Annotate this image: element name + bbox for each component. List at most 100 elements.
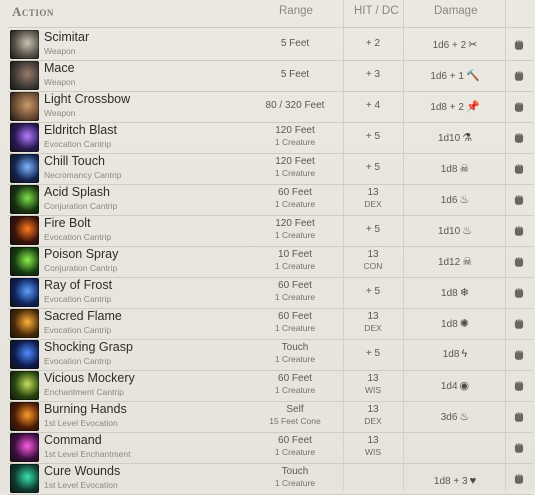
action-row[interactable]: Sacred Flame Evocation Cantrip 60 Feet 1 Cr… [0, 308, 535, 339]
damage-cell[interactable]: 1d8 ❄ [404, 286, 506, 299]
action-name[interactable]: Poison Spray [44, 247, 118, 261]
hit-dc-cell[interactable]: + 5 [344, 131, 402, 142]
scimitar-spell-icon[interactable] [10, 30, 39, 59]
action-row[interactable]: Eldritch Blast Evocation Cantrip 120 Feet 1… [0, 122, 535, 153]
action-name[interactable]: Eldritch Blast [44, 123, 117, 137]
action-name[interactable]: Ray of Frost [44, 278, 112, 292]
hit-dc-cell[interactable]: + 5 [344, 286, 402, 297]
action-name[interactable]: Acid Splash [44, 185, 110, 199]
action-name[interactable]: Fire Bolt [44, 216, 91, 230]
action-row[interactable]: Mace Weapon 5 Feet + 3 1d6 + 1 🔨 [0, 60, 535, 91]
damage-cell[interactable]: 1d10 ⚗ [404, 131, 506, 144]
damage-cell[interactable]: 1d8 ☠ [404, 162, 506, 175]
action-row[interactable]: Cure Wounds 1st Level Evocation Touch 1 Cre… [0, 463, 535, 494]
action-type: 1st Level Evocation [44, 418, 118, 428]
light-crossbow-spell-icon[interactable] [10, 92, 39, 121]
action-row[interactable]: Ray of Frost Evocation Cantrip 60 Feet 1 Cr… [0, 277, 535, 308]
action-row[interactable]: Shocking Grasp Evocation Cantrip Touch 1 Cr… [0, 339, 535, 370]
acid-splash-spell-icon[interactable] [10, 185, 39, 214]
damage-cell[interactable]: 1d6 + 1 🔨 [404, 69, 506, 82]
use-action-button[interactable] [505, 215, 535, 246]
action-name[interactable]: Chill Touch [44, 154, 105, 168]
action-type: Necromancy Cantrip [44, 170, 122, 180]
damage-cell[interactable]: 3d6 ♨ [404, 410, 506, 423]
cure-wounds-spell-icon[interactable] [10, 464, 39, 493]
range-distance: 5 Feet [280, 69, 310, 80]
damage-cell[interactable]: 1d6 ♨ [404, 193, 506, 206]
action-name[interactable]: Shocking Grasp [44, 340, 133, 354]
fire-bolt-spell-icon[interactable] [10, 216, 39, 245]
range-distance: 60 Feet [278, 187, 312, 198]
hit-dc-cell[interactable]: + 5 [344, 348, 402, 359]
damage-cell[interactable]: 1d8 ϟ [404, 348, 506, 360]
use-action-button[interactable] [505, 339, 535, 370]
action-row[interactable]: Acid Splash Conjuration Cantrip 60 Feet 1 C… [0, 184, 535, 215]
use-action-button[interactable] [505, 463, 535, 494]
command-spell-icon[interactable] [10, 433, 39, 462]
use-action-button[interactable] [505, 432, 535, 463]
action-row[interactable]: Scimitar Weapon 5 Feet + 2 1d6 + 2 ✂ [0, 29, 535, 60]
action-row[interactable]: Fire Bolt Evocation Cantrip 120 Feet 1 Crea… [0, 215, 535, 246]
action-row[interactable]: Vicious Mockery Enchantment Cantrip 60 Fee… [0, 370, 535, 401]
ray-of-frost-spell-icon[interactable] [10, 278, 39, 307]
action-name[interactable]: Vicious Mockery [44, 371, 135, 385]
hit-dc-cell[interactable]: 13 DEX [344, 311, 402, 333]
hit-dc-cell[interactable]: 13 DEX [344, 187, 402, 209]
action-name[interactable]: Burning Hands [44, 402, 127, 416]
action-name[interactable]: Sacred Flame [44, 309, 122, 323]
action-row[interactable]: Poison Spray Conjuration Cantrip 10 Feet 1 … [0, 246, 535, 277]
use-action-button[interactable] [505, 308, 535, 339]
action-name[interactable]: Scimitar [44, 30, 89, 44]
use-action-button[interactable] [505, 91, 535, 122]
hit-dc-cell[interactable]: 13 WIS [344, 435, 402, 457]
damage-cell[interactable]: 1d8 + 2 📌 [404, 100, 506, 113]
burning-hands-spell-icon[interactable] [10, 402, 39, 431]
mace-spell-icon[interactable] [10, 61, 39, 90]
poison-spray-spell-icon[interactable] [10, 247, 39, 276]
fist-icon [514, 412, 524, 422]
range-cell: 60 Feet 1 Creature [250, 187, 340, 209]
eldritch-blast-spell-icon[interactable] [10, 123, 39, 152]
damage-cell[interactable]: 1d8 + 3 ♥ [404, 475, 506, 487]
action-name[interactable]: Mace [44, 61, 75, 75]
action-name[interactable]: Command [44, 433, 102, 447]
action-row[interactable]: Command 1st Level Enchantment 60 Feet 1 Cre… [0, 432, 535, 463]
damage-cell[interactable]: 1d8 ✺ [404, 317, 506, 330]
use-action-button[interactable] [505, 246, 535, 277]
hit-dc-cell[interactable]: + 5 [344, 224, 402, 235]
hit-dc-cell[interactable]: 13 WIS [344, 373, 402, 395]
fist-icon [514, 288, 524, 298]
use-action-button[interactable] [505, 184, 535, 215]
range-distance: Self [286, 404, 304, 415]
use-action-button[interactable] [505, 370, 535, 401]
vicious-mockery-spell-icon[interactable] [10, 371, 39, 400]
action-name[interactable]: Light Crossbow [44, 92, 130, 106]
hit-dc-cell[interactable]: 13 CON [344, 249, 402, 271]
action-row[interactable]: Light Crossbow Weapon 80 / 320 Feet + 4 1d8 … [0, 91, 535, 122]
action-name[interactable]: Cure Wounds [44, 464, 120, 478]
hit-dc-cell[interactable]: + 2 [344, 38, 402, 49]
action-row[interactable]: Chill Touch Necromancy Cantrip 120 Feet 1 C… [0, 153, 535, 184]
use-action-button[interactable] [505, 29, 535, 60]
shocking-grasp-spell-icon[interactable] [10, 340, 39, 369]
sacred-flame-spell-icon[interactable] [10, 309, 39, 338]
damage-cell[interactable]: 1d12 ☠ [404, 255, 506, 268]
damage-cell[interactable]: 1d6 + 2 ✂ [404, 38, 506, 51]
action-type: Evocation Cantrip [44, 139, 112, 149]
use-action-button[interactable] [505, 60, 535, 91]
use-action-button[interactable] [505, 122, 535, 153]
damage-cell[interactable]: 1d10 ♨ [404, 224, 506, 237]
action-row[interactable]: Burning Hands 1st Level Evocation Self 15 F… [0, 401, 535, 432]
damage-value: 3d6 [440, 412, 458, 423]
hit-dc-cell[interactable]: 13 DEX [344, 404, 402, 426]
hit-dc-cell[interactable]: + 5 [344, 162, 402, 173]
use-action-button[interactable] [505, 153, 535, 184]
damage-cell[interactable]: 1d4 ◉ [404, 379, 506, 392]
use-action-button[interactable] [505, 277, 535, 308]
necrotic-icon: ☠ [459, 163, 470, 175]
damage-value: 1d10 [437, 133, 461, 144]
use-action-button[interactable] [505, 401, 535, 432]
hit-dc-cell[interactable]: + 3 [344, 69, 402, 80]
hit-dc-cell[interactable]: + 4 [344, 100, 402, 111]
chill-touch-spell-icon[interactable] [10, 154, 39, 183]
